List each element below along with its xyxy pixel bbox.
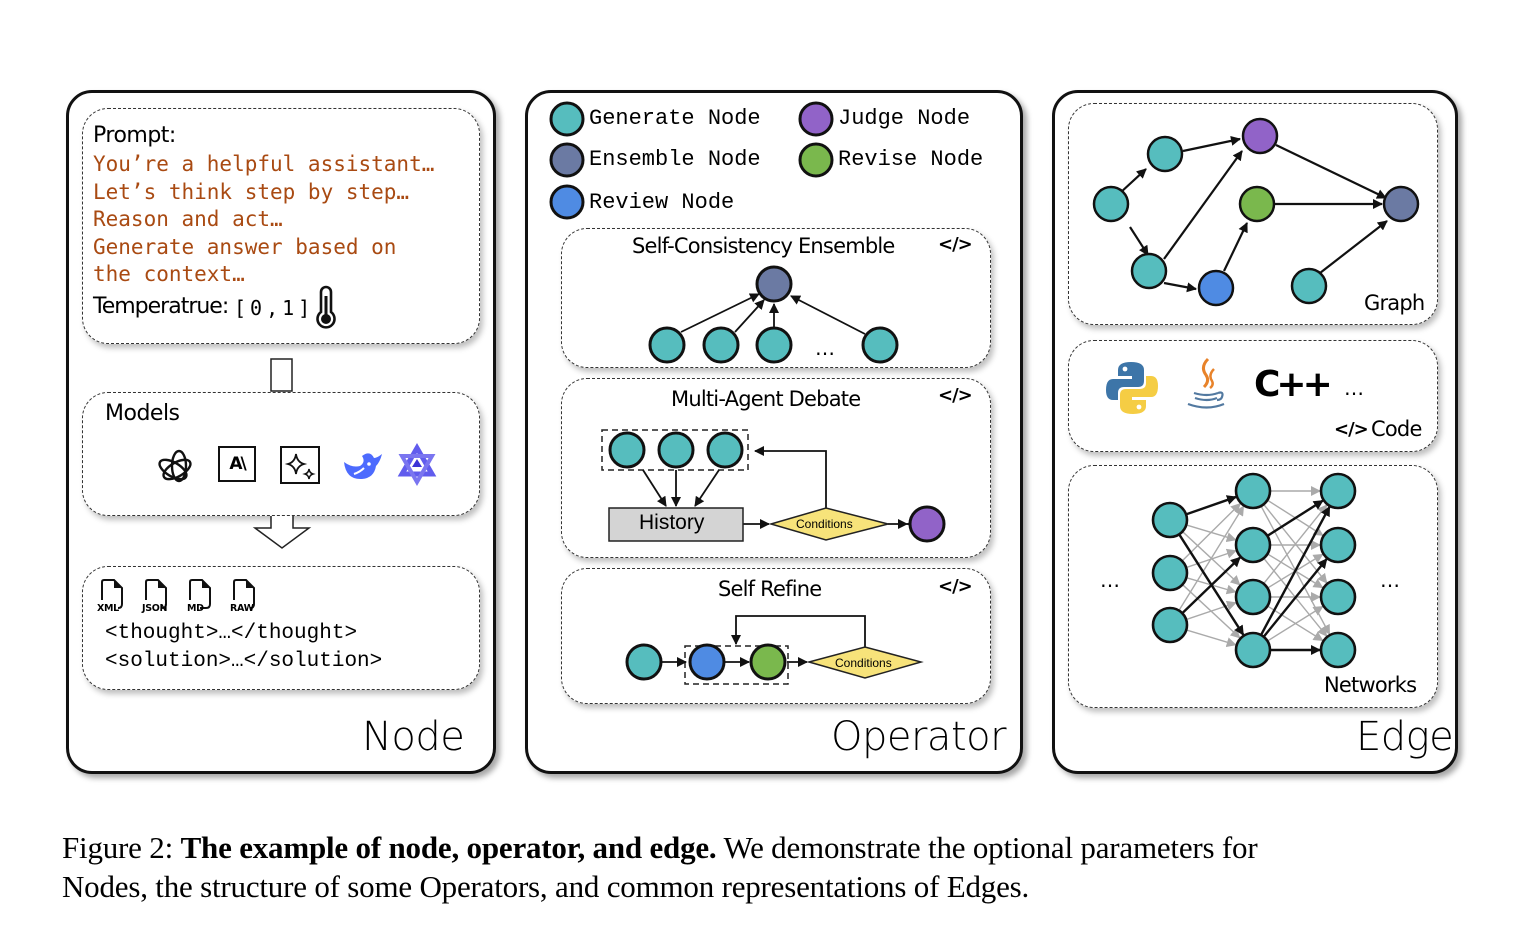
java-icon — [1187, 357, 1225, 409]
multi-agent-debate-graph — [601, 429, 946, 543]
ensemble-node — [755, 265, 793, 303]
legend-revise-dot — [798, 142, 834, 178]
network-edge — [1178, 505, 1245, 611]
caption-prefix: Figure 2: — [62, 830, 173, 865]
network-node — [1234, 578, 1272, 616]
qwen-icon — [397, 442, 437, 487]
network-node — [1319, 631, 1357, 669]
graph-generate-node — [1146, 135, 1184, 173]
prompt-line: You’re a helpful assistant… — [93, 152, 435, 176]
conditions-label: Conditions — [796, 517, 853, 531]
python-icon — [1106, 362, 1158, 414]
network-node — [1151, 501, 1189, 539]
conditions-label: Conditions — [835, 656, 892, 670]
file-label-xml: XML — [97, 603, 119, 614]
anthropic-icon-text: A\ — [229, 454, 246, 474]
networks-label: Networks — [1324, 673, 1417, 697]
generate-node — [706, 431, 744, 469]
code-icon: </> — [1334, 419, 1369, 440]
network-node — [1151, 606, 1189, 644]
network-node — [1151, 554, 1189, 592]
prompt-line: Reason and act… — [93, 207, 283, 231]
graph-generate-node — [1130, 252, 1168, 290]
caption-bold: The example of node, operator, and edge. — [180, 830, 717, 865]
network-node — [1234, 631, 1272, 669]
generate-node — [625, 643, 663, 681]
prompt-line: Generate answer based on — [93, 234, 397, 259]
file-label-json: JSON — [142, 603, 168, 614]
code-ellipsis: … — [1344, 376, 1364, 400]
review-node — [688, 643, 726, 681]
node-panel-title: Node — [362, 714, 465, 760]
anthropic-icon: A\ — [218, 446, 256, 482]
graph-review-node — [1197, 269, 1235, 307]
network-edge — [1186, 629, 1237, 648]
legend-generate-label: Generate Node — [589, 106, 761, 131]
generate-node — [702, 326, 740, 364]
history-label: History — [639, 511, 705, 534]
legend-judge-label: Judge Node — [838, 106, 971, 131]
legend-judge-dot — [798, 101, 834, 137]
legend-review-dot — [549, 184, 585, 220]
network-node — [1319, 526, 1357, 564]
file-label-md: MD — [187, 603, 204, 614]
edge-panel-title: Edge — [1356, 714, 1454, 760]
prompt-label: Prompt: — [93, 123, 176, 148]
generate-node — [648, 326, 686, 364]
code-label: Code — [1371, 417, 1422, 441]
graph-generate-node — [1092, 185, 1130, 223]
thought-tag-line: <thought>…</thought> — [105, 622, 358, 645]
figure-caption: Figure 2: The example of node, operator,… — [62, 828, 1482, 906]
revise-node — [749, 643, 787, 681]
cpp-icon: C++ — [1254, 364, 1333, 405]
legend-generate-dot — [549, 101, 585, 137]
gemini-icon — [280, 446, 320, 484]
deepseek-icon — [344, 453, 382, 480]
caption-line-2: Nodes, the structure of some Operators, … — [62, 869, 1030, 904]
graph-generate-node — [1290, 267, 1328, 305]
generate-node — [861, 326, 899, 364]
graph-ensemble-node — [1382, 185, 1420, 223]
generate-node — [608, 431, 646, 469]
thermometer-icon — [316, 285, 336, 329]
operator-panel-title: Operator — [831, 714, 1007, 760]
caption-line-1: Figure 2: The example of node, operator,… — [62, 828, 1482, 867]
edge — [680, 293, 760, 333]
edge — [790, 295, 866, 335]
graph-judge-node — [1241, 117, 1279, 155]
judge-node — [908, 505, 946, 543]
temperature-label: Temperatrue: — [93, 294, 229, 319]
network-node — [1319, 578, 1357, 616]
networks-ellipsis-left: … — [1100, 568, 1120, 592]
legend-review-label: Review Node — [589, 190, 735, 215]
legend-ensemble-label: Ensemble Node — [589, 147, 761, 172]
network-node — [1234, 526, 1272, 564]
legend-revise-label: Revise Node — [838, 147, 984, 172]
legend-ensemble-dot — [549, 142, 585, 178]
network-node — [1319, 472, 1357, 510]
network-node — [1234, 472, 1272, 510]
solution-tag-line: <solution>…</solution> — [105, 650, 383, 673]
prompt-line: Let’s think step by step… — [93, 179, 410, 204]
file-label-raw: RAW — [230, 603, 254, 614]
self-refine-graph — [625, 615, 924, 685]
caption-rest: We demonstrate the optional parameters f… — [723, 830, 1258, 865]
flow-arrow-down — [252, 516, 312, 549]
flow-arrow-connector — [270, 358, 293, 392]
prompt-line: the context… — [93, 262, 245, 286]
openai-icon — [158, 449, 192, 483]
prompt-lines: You’re a helpful assistant… Let’s think … — [93, 151, 434, 289]
networks-ellipsis-right: … — [1380, 568, 1400, 592]
temperature-range: [0,1] — [234, 296, 315, 320]
self-consistency-graph — [648, 265, 899, 364]
ellipsis: … — [815, 336, 835, 360]
graph-label: Graph — [1364, 291, 1425, 315]
models-label: Models — [105, 401, 180, 426]
network-edge — [1185, 495, 1237, 516]
graph-revise-node — [1238, 185, 1276, 223]
edge — [734, 299, 765, 333]
generate-node — [755, 326, 793, 364]
generate-node — [657, 431, 695, 469]
